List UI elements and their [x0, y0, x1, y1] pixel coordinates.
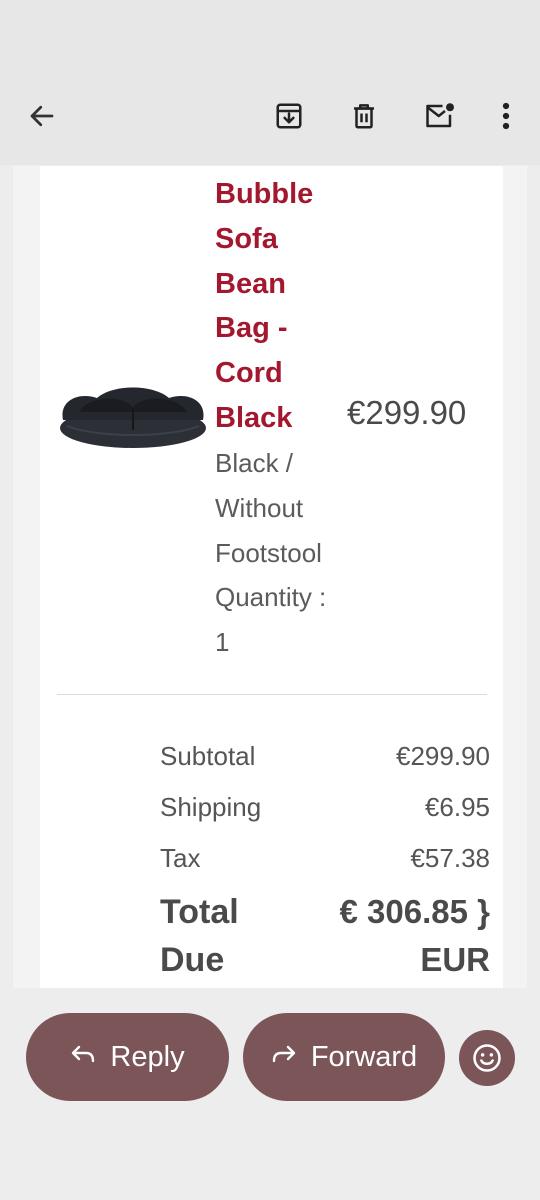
more-vertical-icon [502, 102, 510, 130]
product-variant: Black / Without Footstool Quantity : 1 [215, 441, 375, 665]
back-button[interactable] [22, 96, 62, 136]
total-label-line: Total [160, 893, 239, 931]
mark-unread-button[interactable] [420, 96, 460, 136]
total-value-line: € 306.85 } [339, 893, 490, 930]
bean-bag-sofa-image[interactable] [57, 378, 209, 452]
email-body[interactable]: Bubble Sofa Bean Bag - Cord Black €299.9… [13, 166, 527, 988]
smiley-icon [473, 1044, 501, 1072]
tax-value: €57.38 [410, 843, 490, 873]
more-options-button[interactable] [486, 96, 526, 136]
emoji-reaction-button[interactable] [459, 1030, 515, 1086]
variant-line: Quantity : [215, 582, 327, 613]
total-label-line: Due [160, 941, 225, 979]
product-title[interactable]: Bubble Sofa Bean Bag - Cord Black [215, 172, 345, 441]
reply-button[interactable]: Reply [26, 1013, 229, 1101]
divider [57, 694, 487, 695]
arrow-left-icon [30, 105, 54, 127]
order-receipt-card: Bubble Sofa Bean Bag - Cord Black €299.9… [40, 166, 503, 988]
variant-line: Black / [215, 448, 294, 478]
product-title-line: Bean [215, 267, 286, 300]
forward-label: Forward [310, 1040, 418, 1073]
total-due-label: Total Due [160, 888, 239, 984]
forward-arrow-icon [271, 1041, 297, 1073]
product-price: €299.90 [347, 394, 467, 431]
mail-unread-icon [426, 103, 454, 128]
trash-icon [354, 104, 374, 129]
product-title-line: Cord [215, 357, 283, 390]
product-title-line: Bag - [215, 312, 288, 345]
subtotal-value: €299.90 [396, 741, 490, 771]
top-app-bar [0, 0, 540, 165]
archive-icon [276, 103, 302, 129]
forward-button[interactable]: Forward [243, 1013, 445, 1101]
reply-arrow-icon [70, 1041, 96, 1073]
variant-line: Footstool [215, 537, 322, 568]
variant-line: Without [215, 492, 304, 523]
delete-button[interactable] [344, 96, 384, 136]
shipping-label: Shipping [160, 792, 262, 822]
tax-label: Tax [160, 843, 201, 873]
variant-line: 1 [215, 627, 230, 658]
product-title-line: Bubble [215, 178, 314, 210]
total-value-line: EUR [420, 941, 490, 978]
subtotal-label: Subtotal [160, 741, 256, 771]
archive-button[interactable] [269, 96, 309, 136]
product-title-line: Black [215, 401, 293, 434]
reply-label: Reply [110, 1040, 185, 1073]
shipping-value: €6.95 [424, 792, 490, 822]
total-due-value: € 306.85 } EUR [340, 888, 490, 984]
product-title-line: Sofa [215, 222, 278, 255]
